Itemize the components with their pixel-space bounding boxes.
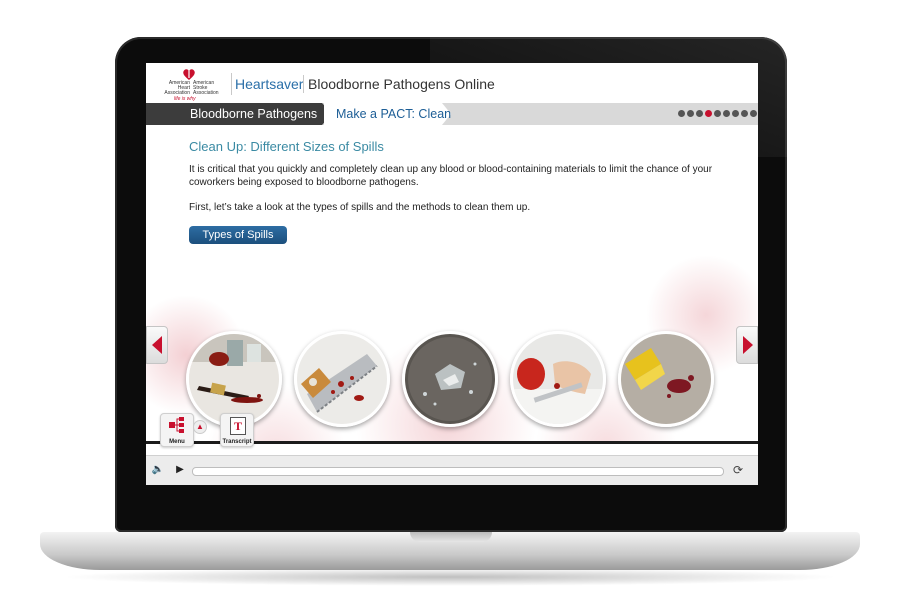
- desk-spill-image: [189, 334, 279, 424]
- progress-dot: [750, 110, 757, 117]
- header-divider: [231, 73, 232, 95]
- transcript-label: Transcript: [222, 439, 252, 445]
- spill-thumbnail-carpet[interactable]: [618, 331, 714, 427]
- spill-thumbnail-glass[interactable]: [402, 331, 498, 427]
- progress-dot: [714, 110, 721, 117]
- aha-logo: American Heart Association American Stro…: [160, 67, 224, 102]
- play-icon[interactable]: ▶: [172, 463, 188, 477]
- next-button[interactable]: [736, 326, 758, 364]
- logo-org-aha: American Heart Association: [164, 80, 190, 96]
- saw-spill-image: [297, 334, 387, 424]
- chevron-left-icon: [152, 336, 162, 354]
- header-divider-2: [303, 75, 304, 93]
- laptop-shadow: [60, 568, 840, 586]
- laptop-base-notch: [410, 532, 492, 542]
- menu-tree-icon: [169, 417, 184, 433]
- cut-finger-image: [513, 334, 603, 424]
- types-of-spills-button[interactable]: Types of Spills: [189, 226, 287, 244]
- progress-dot: [732, 110, 739, 117]
- transcript-button[interactable]: T Transcript: [220, 413, 254, 447]
- progress-dot: [678, 110, 685, 117]
- course-header: American Heart Association American Stro…: [146, 63, 758, 103]
- intro-paragraph: It is critical that you quickly and comp…: [189, 164, 713, 188]
- replay-icon[interactable]: ⟳: [730, 462, 746, 478]
- progress-dot: [687, 110, 694, 117]
- page-title: Clean Up: Different Sizes of Spills: [189, 139, 384, 154]
- spill-thumbnail-cut[interactable]: [510, 331, 606, 427]
- progress-dot: [741, 110, 748, 117]
- progress-dot: [723, 110, 730, 117]
- course-screen: American Heart Association American Stro…: [146, 63, 758, 485]
- logo-org-asa: American Stroke Association: [193, 80, 219, 96]
- transcript-icon: T: [230, 417, 246, 435]
- spill-thumbnail-saw[interactable]: [294, 331, 390, 427]
- menu-button[interactable]: Menu: [160, 413, 194, 447]
- lesson-content: Clean Up: Different Sizes of Spills It i…: [146, 125, 758, 441]
- menu-label: Menu: [169, 439, 185, 445]
- page-progress-dots: [678, 110, 757, 118]
- carpet-stain-image: [621, 334, 711, 424]
- broken-glass-image: [405, 334, 495, 424]
- media-player-bar: 🔈 ▶ ⟳: [146, 455, 758, 485]
- breadcrumb-current-label: Make a PACT: Clean: [336, 107, 452, 121]
- brand-name: Heartsaver: [235, 76, 304, 92]
- instruction-paragraph: First, let’s take a look at the types of…: [189, 202, 531, 213]
- breadcrumb-section-label[interactable]: Bloodborne Pathogens: [190, 107, 317, 121]
- heart-torch-icon: [183, 69, 195, 80]
- playback-progress-bar[interactable]: [192, 467, 724, 476]
- progress-dot: [705, 110, 712, 117]
- previous-button[interactable]: [146, 326, 168, 364]
- chevron-up-icon[interactable]: ▲: [193, 420, 207, 434]
- chevron-right-icon: [743, 336, 753, 354]
- logo-tagline: life is why: [174, 96, 196, 102]
- course-title: Bloodborne Pathogens Online: [308, 76, 495, 92]
- volume-icon[interactable]: 🔈: [150, 463, 166, 477]
- progress-dot: [696, 110, 703, 117]
